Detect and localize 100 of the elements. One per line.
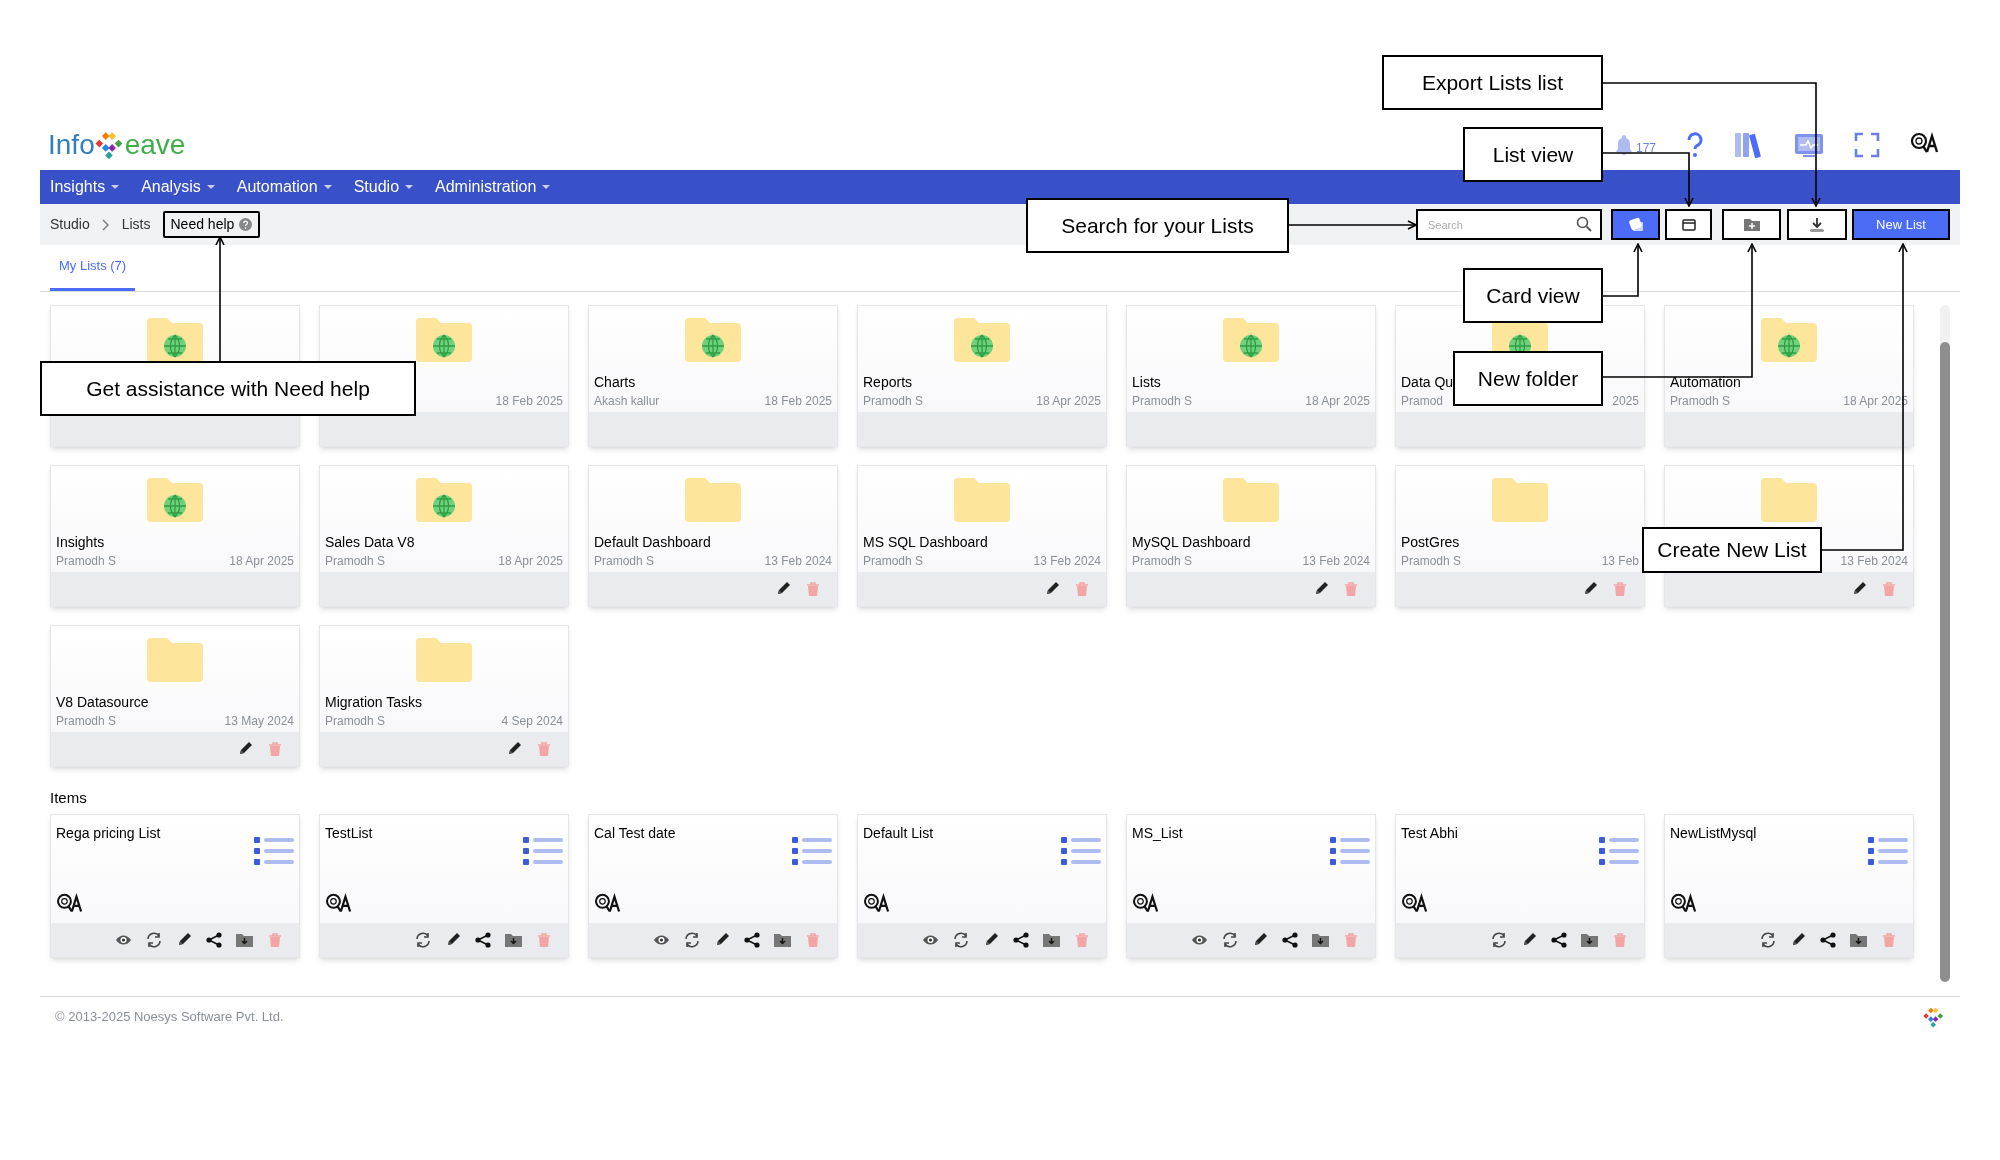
- pencil-icon[interactable]: [714, 931, 730, 948]
- new-folder-button[interactable]: [1722, 209, 1781, 240]
- folder-download-icon[interactable]: [1312, 932, 1329, 947]
- pencil-icon[interactable]: [1313, 581, 1329, 597]
- refresh-icon[interactable]: [684, 931, 700, 948]
- nav-menu[interactable]: Automation: [236, 175, 332, 199]
- folder-date: 18 Apr 2025: [498, 553, 563, 570]
- folder-download-icon[interactable]: [774, 932, 791, 947]
- folder-card[interactable]: Reports Pramodh S 18 Apr 2025: [857, 305, 1107, 447]
- folder-card[interactable]: Default Dashboard Pramodh S 13 Feb 2024: [588, 465, 838, 607]
- nav-menu[interactable]: Insights: [50, 175, 120, 199]
- folder-date: 18 Apr 2025: [1036, 393, 1101, 410]
- section-heading: Items: [50, 788, 88, 808]
- folder-card[interactable]: Sales Data V8 Pramodh S 18 Apr 2025: [319, 465, 569, 607]
- list-icon: [1330, 834, 1370, 867]
- fullscreen-icon[interactable]: [1854, 132, 1880, 158]
- refresh-icon[interactable]: [1760, 931, 1776, 948]
- share-icon[interactable]: [475, 931, 491, 948]
- folder-card[interactable]: Lists Pramodh S 18 Apr 2025: [1126, 305, 1376, 447]
- logo-text: Info: [48, 131, 95, 159]
- scrollbar[interactable]: [1940, 305, 1950, 982]
- list-card[interactable]: Test Abhi: [1395, 813, 1645, 958]
- need-help-button[interactable]: Need help: [162, 211, 261, 238]
- tab[interactable]: My Lists (7): [50, 244, 136, 291]
- list-view-button[interactable]: [1665, 209, 1712, 240]
- eye-icon[interactable]: [115, 933, 132, 946]
- pencil-icon[interactable]: [983, 931, 999, 948]
- list-name: Default List: [863, 823, 934, 843]
- refresh-icon[interactable]: [953, 931, 969, 948]
- refresh-icon[interactable]: [1491, 931, 1507, 948]
- pencil-icon[interactable]: [176, 931, 192, 948]
- breadcrumb-link[interactable]: Studio: [50, 214, 90, 235]
- folder-download-icon[interactable]: [1850, 932, 1867, 947]
- share-icon[interactable]: [1820, 931, 1836, 948]
- list-icon: [792, 834, 832, 867]
- nav-menu[interactable]: Studio: [353, 175, 414, 199]
- pencil-icon[interactable]: [775, 581, 791, 597]
- list-card[interactable]: Default List: [857, 813, 1107, 958]
- card-view-button[interactable]: [1611, 209, 1660, 240]
- pencil-icon[interactable]: [1851, 581, 1867, 597]
- pencil-icon[interactable]: [445, 931, 461, 948]
- folder-card[interactable]: Charts Akash kallur 18 Feb 2025: [588, 305, 838, 447]
- pencil-icon[interactable]: [1252, 931, 1268, 948]
- pencil-icon[interactable]: [1044, 581, 1060, 597]
- share-icon[interactable]: [744, 931, 760, 948]
- folder-date: 18 Feb 2025: [495, 393, 563, 410]
- eye-icon[interactable]: [1191, 933, 1208, 946]
- folder-download-icon[interactable]: [505, 932, 522, 947]
- share-icon[interactable]: [206, 931, 222, 948]
- pencil-icon[interactable]: [1790, 931, 1806, 948]
- nav-menu[interactable]: Administration: [435, 175, 551, 199]
- refresh-icon[interactable]: [1222, 931, 1238, 948]
- folder-download-icon[interactable]: [1043, 932, 1060, 947]
- new-list-button[interactable]: New List: [1852, 209, 1950, 240]
- folder-card[interactable]: MS SQL Dashboard Pramodh S 13 Feb 2024: [857, 465, 1107, 607]
- breadcrumb-link[interactable]: Lists: [121, 214, 151, 235]
- list-card[interactable]: Cal Test date: [588, 813, 838, 958]
- refresh-icon[interactable]: [146, 931, 162, 948]
- share-icon[interactable]: [1282, 931, 1298, 948]
- list-icon: [1061, 834, 1101, 867]
- folder-owner: Pramodh S: [1132, 553, 1193, 570]
- list-card[interactable]: NewListMysql: [1664, 813, 1914, 958]
- folder-card[interactable]: PostGres Pramodh S 13 Feb: [1395, 465, 1645, 607]
- list-card[interactable]: Rega pricing List: [50, 813, 300, 958]
- folder-owner: Pramodh S: [1670, 393, 1731, 410]
- logo-icon: [94, 130, 125, 160]
- help-icon[interactable]: [1686, 132, 1704, 158]
- books-icon[interactable]: [1734, 131, 1764, 159]
- folder-name: Data Qu: [1401, 374, 1454, 390]
- folder-date: 13 Feb: [1601, 553, 1639, 570]
- pencil-icon[interactable]: [1521, 931, 1537, 948]
- pencil-icon[interactable]: [1582, 581, 1598, 597]
- list-card[interactable]: TestList: [319, 813, 569, 958]
- list-icon: [254, 834, 294, 867]
- list-icon: [523, 834, 563, 867]
- refresh-icon[interactable]: [415, 931, 431, 948]
- folder-date: 13 Feb 2024: [1840, 553, 1908, 570]
- folder-date: 18 Apr 2025: [1305, 393, 1370, 410]
- folder-date: 2025: [1612, 393, 1639, 410]
- folder-date: 13 May 2024: [224, 713, 294, 730]
- pencil-icon[interactable]: [506, 741, 522, 757]
- folder-download-icon[interactable]: [1581, 932, 1598, 947]
- search-field[interactable]: Search: [1416, 209, 1602, 240]
- folder-name: Lists: [1132, 374, 1161, 390]
- nav-menu[interactable]: Analysis: [141, 175, 215, 199]
- export-button[interactable]: [1787, 209, 1847, 240]
- folder-name: V8 Datasource: [56, 694, 149, 710]
- folder-card[interactable]: Migration Tasks Pramodh S 4 Sep 2024: [319, 625, 569, 767]
- monitor-icon[interactable]: [1794, 132, 1824, 158]
- folder-card[interactable]: Insights Pramodh S 18 Apr 2025: [50, 465, 300, 607]
- eye-icon[interactable]: [922, 933, 939, 946]
- folder-card[interactable]: V8 Datasource Pramodh S 13 May 2024: [50, 625, 300, 767]
- folder-name: Automation: [1670, 374, 1741, 390]
- folder-card[interactable]: MySQL Dashboard Pramodh S 13 Feb 2024: [1126, 465, 1376, 607]
- list-card[interactable]: MS_List: [1126, 813, 1376, 958]
- folder-download-icon[interactable]: [236, 932, 253, 947]
- share-icon[interactable]: [1551, 931, 1567, 948]
- eye-icon[interactable]: [653, 933, 670, 946]
- share-icon[interactable]: [1013, 931, 1029, 948]
- pencil-icon[interactable]: [237, 741, 253, 757]
